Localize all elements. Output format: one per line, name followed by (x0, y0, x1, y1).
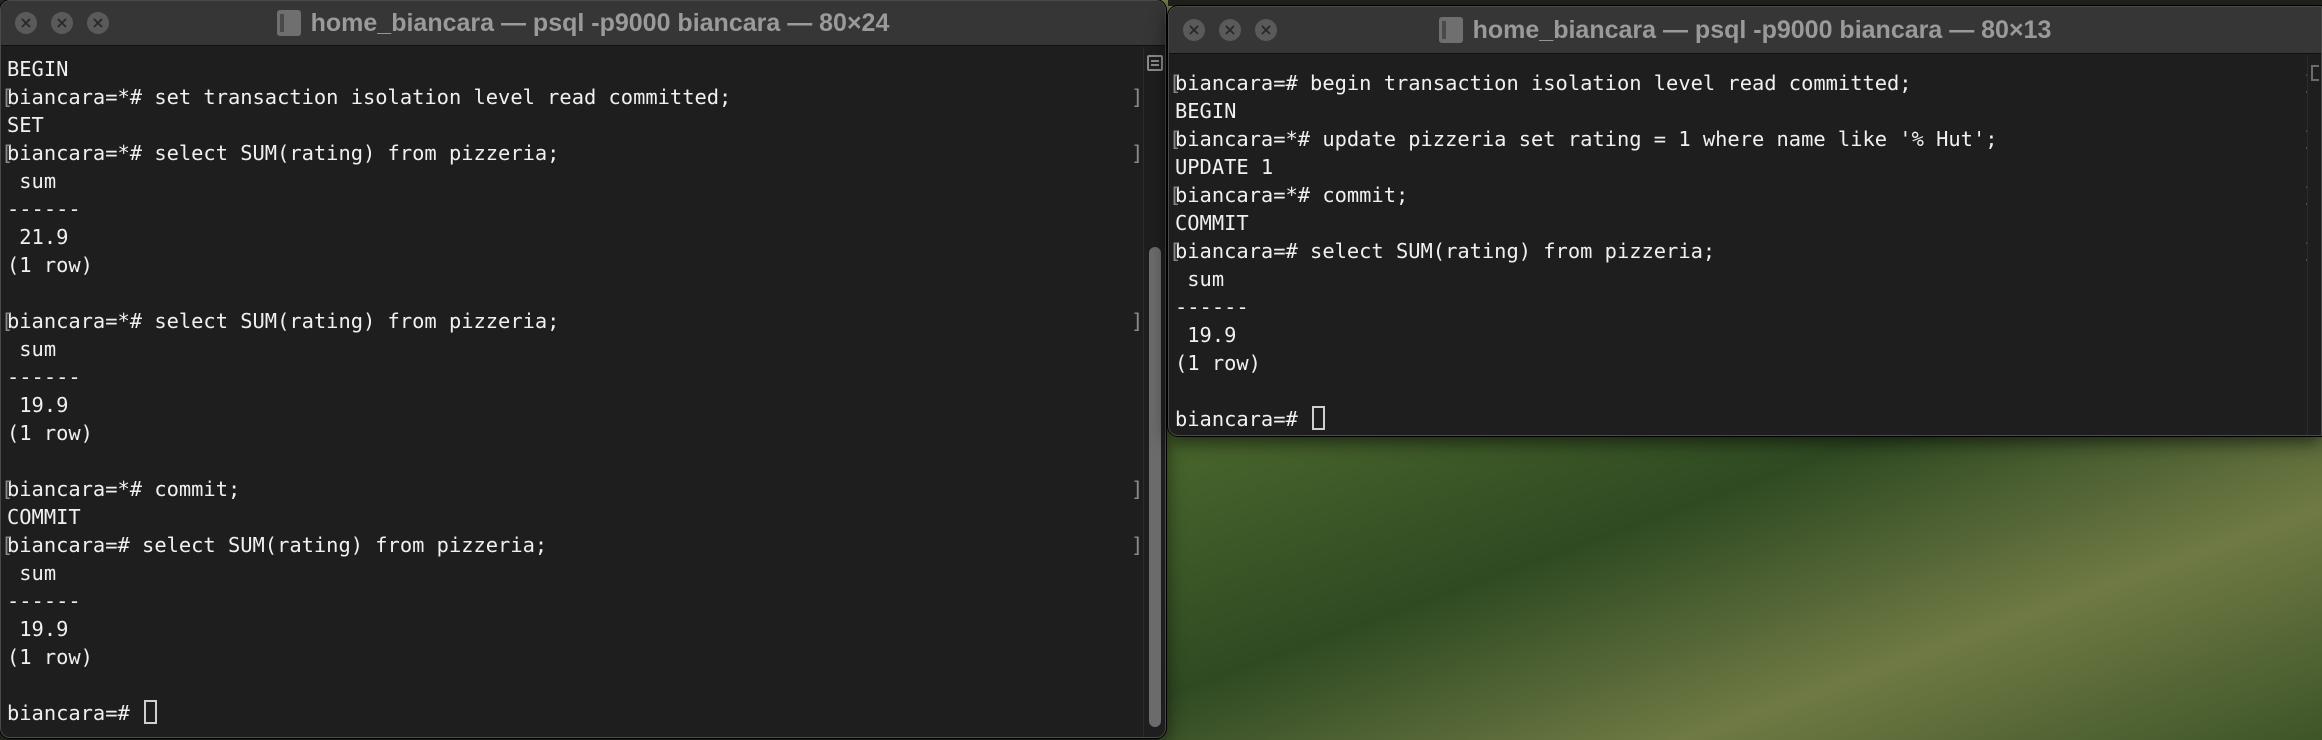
command-line: biancara=*# commit;] (1, 475, 1165, 503)
titlebar[interactable]: home_biancara — psql -p9000 biancara — 8… (1169, 7, 2321, 54)
command-line: biancara=# begin transaction isolation l… (1169, 69, 2321, 97)
line-mark: ] (1131, 533, 1144, 557)
terminal-window-left[interactable]: home_biancara — psql -p9000 biancara — 8… (0, 0, 1166, 738)
output-line: UPDATE 1 (1175, 155, 1274, 179)
output-line: sum (7, 337, 57, 361)
window-title: home_biancara — psql -p9000 biancara — 8… (1472, 15, 2052, 44)
output-line: 19.9 (7, 617, 69, 641)
folder-icon (1438, 17, 1463, 43)
command-line: biancara=*# update pizzeria set rating =… (1169, 125, 2321, 153)
cursor[interactable] (144, 700, 158, 724)
output-line: COMMIT (1175, 211, 1249, 235)
terminal-output[interactable]: BEGINbiancara=*# set transaction isolati… (1, 55, 1165, 737)
minimize-icon[interactable] (51, 12, 73, 34)
prompt-text: biancara=# (1175, 407, 1311, 431)
window-title: home_biancara — psql -p9000 biancara — 8… (310, 8, 890, 37)
prompt-text: biancara=# (7, 701, 143, 725)
zoom-icon[interactable] (87, 12, 109, 34)
scroll-marks-icon[interactable] (1147, 55, 1163, 71)
scrollbar-thumb[interactable] (1149, 247, 1161, 727)
output-line: 19.9 (7, 393, 69, 417)
output-line: sum (7, 169, 57, 193)
command-line: biancara=*# select SUM(rating) from pizz… (1, 139, 1165, 167)
line-mark: ] (1131, 141, 1144, 165)
window-controls (1183, 19, 1277, 41)
command-line: biancara=# select SUM(rating) from pizze… (1169, 237, 2321, 265)
output-line: (1 row) (7, 645, 93, 669)
cursor[interactable] (1312, 406, 1326, 430)
folder-icon (276, 10, 301, 36)
output-line: (1 row) (7, 253, 93, 277)
zoom-icon[interactable] (1255, 19, 1277, 41)
scrollbar[interactable] (2307, 55, 2321, 435)
output-line: (1 row) (1175, 351, 1261, 375)
command-line: biancara=*# commit;] (1169, 181, 2321, 209)
output-line: 19.9 (1175, 323, 1237, 347)
output-line: BEGIN (1175, 99, 1237, 123)
active-prompt[interactable]: biancara=# (1175, 405, 2321, 433)
terminal-window-right[interactable]: home_biancara — psql -p9000 biancara — 8… (1168, 6, 2322, 436)
scroll-marks-icon[interactable] (2311, 65, 2319, 81)
output-line: sum (1175, 267, 1225, 291)
command-line: biancara=*# select SUM(rating) from pizz… (1, 307, 1165, 335)
output-line: ------ (7, 589, 81, 613)
output-line: ------ (1175, 295, 1249, 319)
line-mark: ] (1131, 477, 1144, 501)
output-line: SET (7, 113, 44, 137)
output-line: COMMIT (7, 505, 81, 529)
output-line: sum (7, 561, 57, 585)
scrollbar[interactable] (1143, 47, 1165, 737)
window-title-group: home_biancara — psql -p9000 biancara — 8… (276, 8, 890, 38)
command-line: biancara=*# set transaction isolation le… (1, 83, 1165, 111)
close-icon[interactable] (15, 12, 37, 34)
command-line: biancara=# select SUM(rating) from pizze… (1, 531, 1165, 559)
output-line: ------ (7, 197, 81, 221)
close-icon[interactable] (1183, 19, 1205, 41)
output-line: 21.9 (7, 225, 69, 249)
window-controls (15, 12, 109, 34)
active-prompt[interactable]: biancara=# (7, 699, 1165, 727)
output-line: BEGIN (7, 57, 69, 81)
output-line: (1 row) (7, 421, 93, 445)
line-mark: ] (1131, 309, 1144, 333)
terminal-output[interactable]: biancara=# begin transaction isolation l… (1169, 69, 2321, 435)
window-title-group: home_biancara — psql -p9000 biancara — 8… (1438, 15, 2052, 45)
line-mark: ] (1131, 85, 1144, 109)
titlebar[interactable]: home_biancara — psql -p9000 biancara — 8… (1, 1, 1165, 46)
minimize-icon[interactable] (1219, 19, 1241, 41)
output-line: ------ (7, 365, 81, 389)
